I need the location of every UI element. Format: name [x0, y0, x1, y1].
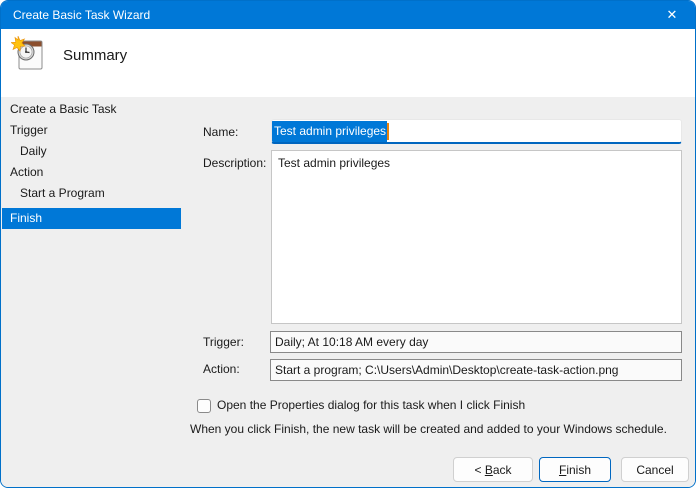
- trigger-label: Trigger:: [203, 335, 244, 349]
- description-label: Description:: [203, 156, 266, 170]
- name-input-selected-text: Test admin privileges: [272, 121, 387, 142]
- cancel-button-label: Cancel: [636, 463, 673, 477]
- open-properties-checkbox-label[interactable]: Open the Properties dialog for this task…: [217, 398, 525, 412]
- wizard-steps-nav: Create a Basic Task Trigger Daily Action…: [2, 99, 181, 229]
- close-button[interactable]: ✕: [649, 1, 695, 29]
- wizard-header: Summary: [1, 29, 695, 97]
- page-title: Summary: [63, 47, 127, 64]
- create-basic-task-wizard-window: Create Basic Task Wizard ✕ Summary Creat…: [0, 0, 696, 488]
- name-label: Name:: [203, 125, 238, 139]
- task-scheduler-icon: [11, 36, 47, 74]
- close-icon: ✕: [667, 7, 678, 23]
- back-button-mnemonic: B: [485, 463, 493, 477]
- open-properties-checkbox[interactable]: [197, 399, 211, 413]
- nav-item-create-a-basic-task[interactable]: Create a Basic Task: [2, 99, 181, 120]
- window-title: Create Basic Task Wizard: [1, 8, 150, 22]
- action-value-box: Start a program; C:\Users\Admin\Desktop\…: [270, 359, 682, 381]
- title-bar: Create Basic Task Wizard ✕: [1, 1, 695, 29]
- finish-button[interactable]: Finish: [539, 457, 611, 482]
- text-caret: [387, 123, 389, 140]
- trigger-value-box: Daily; At 10:18 AM every day: [270, 331, 682, 353]
- finish-button-rest: inish: [566, 463, 591, 477]
- description-textarea[interactable]: Test admin privileges: [271, 150, 682, 324]
- name-input[interactable]: Test admin privileges: [271, 119, 682, 144]
- back-button-prefix: <: [474, 463, 484, 477]
- nav-item-finish[interactable]: Finish: [2, 208, 181, 229]
- wizard-body: Create a Basic Task Trigger Daily Action…: [1, 97, 695, 488]
- nav-item-trigger[interactable]: Trigger: [2, 120, 181, 141]
- cancel-button[interactable]: Cancel: [621, 457, 689, 482]
- nav-item-action[interactable]: Action: [2, 162, 181, 183]
- nav-item-start-a-program[interactable]: Start a Program: [2, 183, 181, 204]
- nav-item-daily[interactable]: Daily: [2, 141, 181, 162]
- back-button[interactable]: < Back: [453, 457, 533, 482]
- finish-info-text: When you click Finish, the new task will…: [190, 422, 667, 436]
- back-button-rest: ack: [493, 463, 512, 477]
- action-label: Action:: [203, 362, 240, 376]
